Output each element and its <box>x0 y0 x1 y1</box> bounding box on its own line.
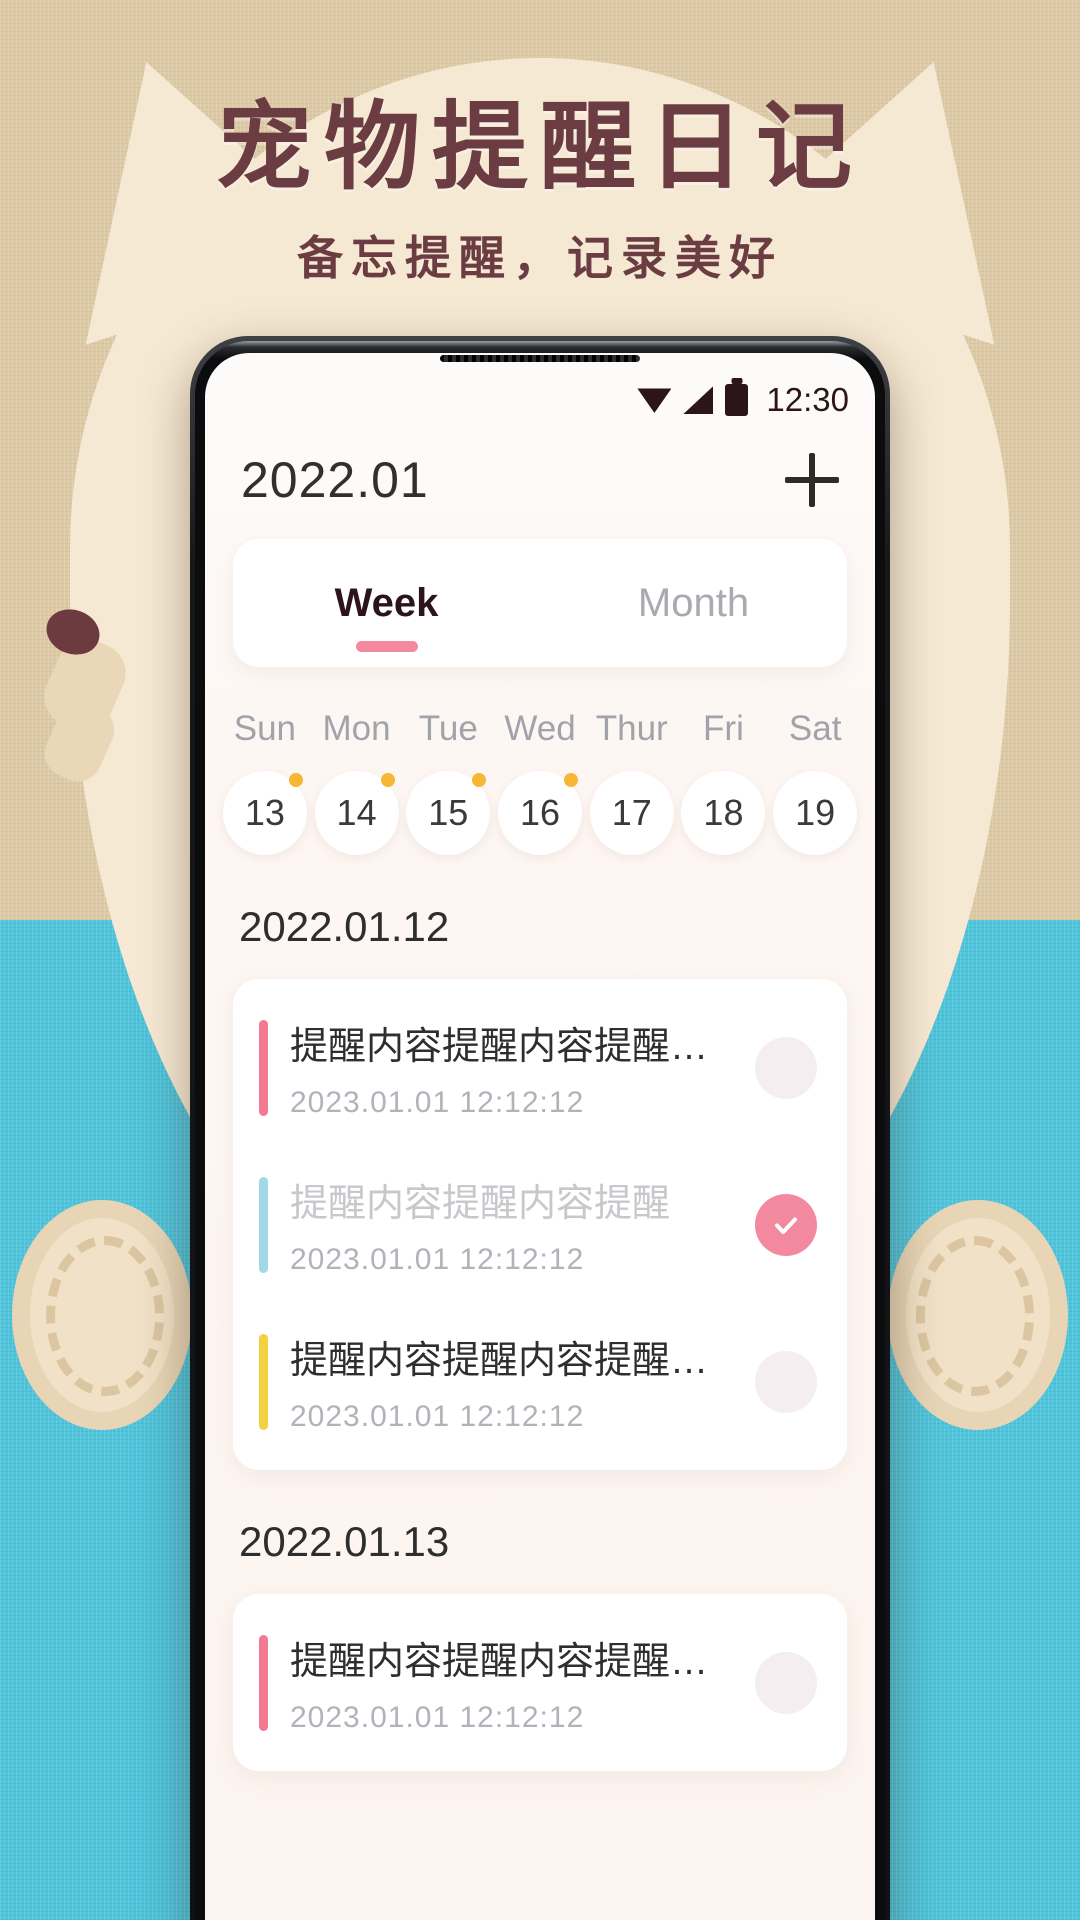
section-date-header: 2022.01.12 <box>239 903 450 950</box>
calendar-date-cell: 17 <box>586 771 678 855</box>
paw-right-dash-decoration <box>916 1236 1034 1396</box>
reminder-item[interactable]: 提醒内容提醒内容提醒 2023.01.01 12:12:12 <box>233 1146 847 1303</box>
calendar-date-cell: 13 <box>219 771 311 855</box>
calendar-date-cell: 19 <box>769 771 861 855</box>
view-mode-tabs: Week Month <box>233 539 847 667</box>
reminder-body: 提醒内容提醒内容提醒内容提醒... 2023.01.01 12:12:12 <box>290 1015 733 1120</box>
phone-mockup: 12:30 2022.01 Week Month Sun Mon Tue Wed… <box>190 336 890 1920</box>
reminder-time: 2023.01.01 12:12:12 <box>290 1086 585 1119</box>
calendar-date-cell: 14 <box>311 771 403 855</box>
calendar-day-label: 18 <box>703 792 744 833</box>
page-title: 2022.01 <box>241 452 429 508</box>
event-dot-icon <box>380 773 395 787</box>
promo-title: 宠物提醒日记 <box>216 91 864 203</box>
paw-left-dash-decoration <box>46 1236 164 1396</box>
status-bar: 12:30 <box>205 353 875 429</box>
event-dot-icon <box>472 773 487 787</box>
promo-title-block: 宠物提醒日记 备忘提醒，记录美好 <box>0 92 1080 288</box>
reminder-title: 提醒内容提醒内容提醒 <box>290 1183 671 1225</box>
weekday-label-mon: Mon <box>322 709 391 748</box>
calendar-day-label: 13 <box>244 792 285 833</box>
calendar-date-cell: 18 <box>678 771 770 855</box>
weekday-label-sun: Sun <box>233 709 296 748</box>
calendar-day-label: 14 <box>336 792 377 833</box>
reminder-color-bar <box>259 1019 268 1116</box>
calendar-date-cell: 15 <box>402 771 494 855</box>
reminder-body: 提醒内容提醒内容提醒内容提醒... 2023.01.01 12:12:12 <box>290 1630 733 1735</box>
calendar-day-19[interactable]: 19 <box>773 771 858 855</box>
section-date-header: 2022.01.13 <box>239 1518 450 1565</box>
reminder-color-bar <box>259 1634 268 1731</box>
event-dot-icon <box>564 773 579 787</box>
reminder-time: 2023.01.01 12:12:12 <box>290 1701 585 1734</box>
wifi-icon <box>637 387 672 413</box>
signal-icon <box>683 386 714 414</box>
calendar-day-17[interactable]: 17 <box>589 771 674 855</box>
calendar-day-14[interactable]: 14 <box>314 771 399 855</box>
calendar-date-row: 13 14 15 16 17 18 19 <box>205 771 875 855</box>
reminder-section: 2022.01.12 提醒内容提醒内容提醒内容提醒... 2023.01.01 … <box>205 903 875 1470</box>
reminder-color-bar <box>259 1176 268 1273</box>
tab-week[interactable]: Week <box>233 581 540 626</box>
reminder-color-bar <box>259 1333 268 1430</box>
reminder-time: 2023.01.01 12:12:12 <box>290 1400 585 1433</box>
phone-speaker-grill <box>440 355 640 362</box>
calendar-day-label: 19 <box>795 792 836 833</box>
weekday-label-fri: Fri <box>703 709 744 748</box>
calendar-day-15[interactable]: 15 <box>406 771 491 855</box>
event-dot-icon <box>288 773 303 787</box>
weekday-label-thur: Thur <box>595 709 668 748</box>
battery-icon <box>725 384 749 416</box>
phone-screen: 12:30 2022.01 Week Month Sun Mon Tue Wed… <box>205 353 875 1920</box>
calendar-day-16[interactable]: 16 <box>498 771 583 855</box>
reminder-section: 2022.01.13 提醒内容提醒内容提醒内容提醒... 2023.01.01 … <box>205 1518 875 1771</box>
tab-month[interactable]: Month <box>540 581 847 626</box>
calendar-day-13[interactable]: 13 <box>222 771 307 855</box>
reminder-checkbox-icon[interactable] <box>755 1036 817 1099</box>
phone-frame: 12:30 2022.01 Week Month Sun Mon Tue Wed… <box>195 341 885 1920</box>
calendar-weekday-row: Sun Mon Tue Wed Thur Fri Sat <box>205 709 875 749</box>
reminder-card: 提醒内容提醒内容提醒内容提醒... 2023.01.01 12:12:12 <box>233 1594 847 1771</box>
plus-icon[interactable] <box>785 453 839 507</box>
calendar-date-cell: 16 <box>494 771 586 855</box>
calendar-day-label: 15 <box>428 792 469 833</box>
reminder-body: 提醒内容提醒内容提醒 2023.01.01 12:12:12 <box>290 1172 733 1277</box>
weekday-label-sat: Sat <box>788 709 842 748</box>
phone-accent-decoration <box>209 341 270 351</box>
weekday-label-tue: Tue <box>418 709 478 748</box>
reminder-title: 提醒内容提醒内容提醒内容提醒... <box>290 1026 733 1068</box>
promo-subtitle: 备忘提醒，记录美好 <box>297 231 783 286</box>
reminder-checkbox-icon[interactable] <box>755 1350 817 1413</box>
reminder-title: 提醒内容提醒内容提醒内容提醒... <box>290 1641 733 1683</box>
app-header: 2022.01 <box>205 429 875 513</box>
reminder-body: 提醒内容提醒内容提醒内容 2023.01.01 12:12:12 <box>290 1329 733 1434</box>
calendar-day-label: 16 <box>519 792 561 833</box>
reminder-item[interactable]: 提醒内容提醒内容提醒内容提醒... 2023.01.01 12:12:12 <box>233 989 847 1146</box>
reminder-item[interactable]: 提醒内容提醒内容提醒内容提醒... 2023.01.01 12:12:12 <box>233 1604 847 1761</box>
weekday-label-wed: Wed <box>504 709 576 748</box>
reminder-item[interactable]: 提醒内容提醒内容提醒内容 2023.01.01 12:12:12 <box>233 1303 847 1460</box>
reminder-title: 提醒内容提醒内容提醒内容 <box>290 1340 733 1382</box>
status-bar-time: 12:30 <box>766 381 849 418</box>
calendar-day-label: 17 <box>611 792 652 833</box>
reminder-checkbox-icon[interactable] <box>755 1651 817 1714</box>
reminder-time: 2023.01.01 12:12:12 <box>290 1243 585 1276</box>
calendar-day-18[interactable]: 18 <box>681 771 766 855</box>
reminder-card: 提醒内容提醒内容提醒内容提醒... 2023.01.01 12:12:12 提醒… <box>233 979 847 1470</box>
reminder-check-done-icon[interactable] <box>755 1193 817 1256</box>
